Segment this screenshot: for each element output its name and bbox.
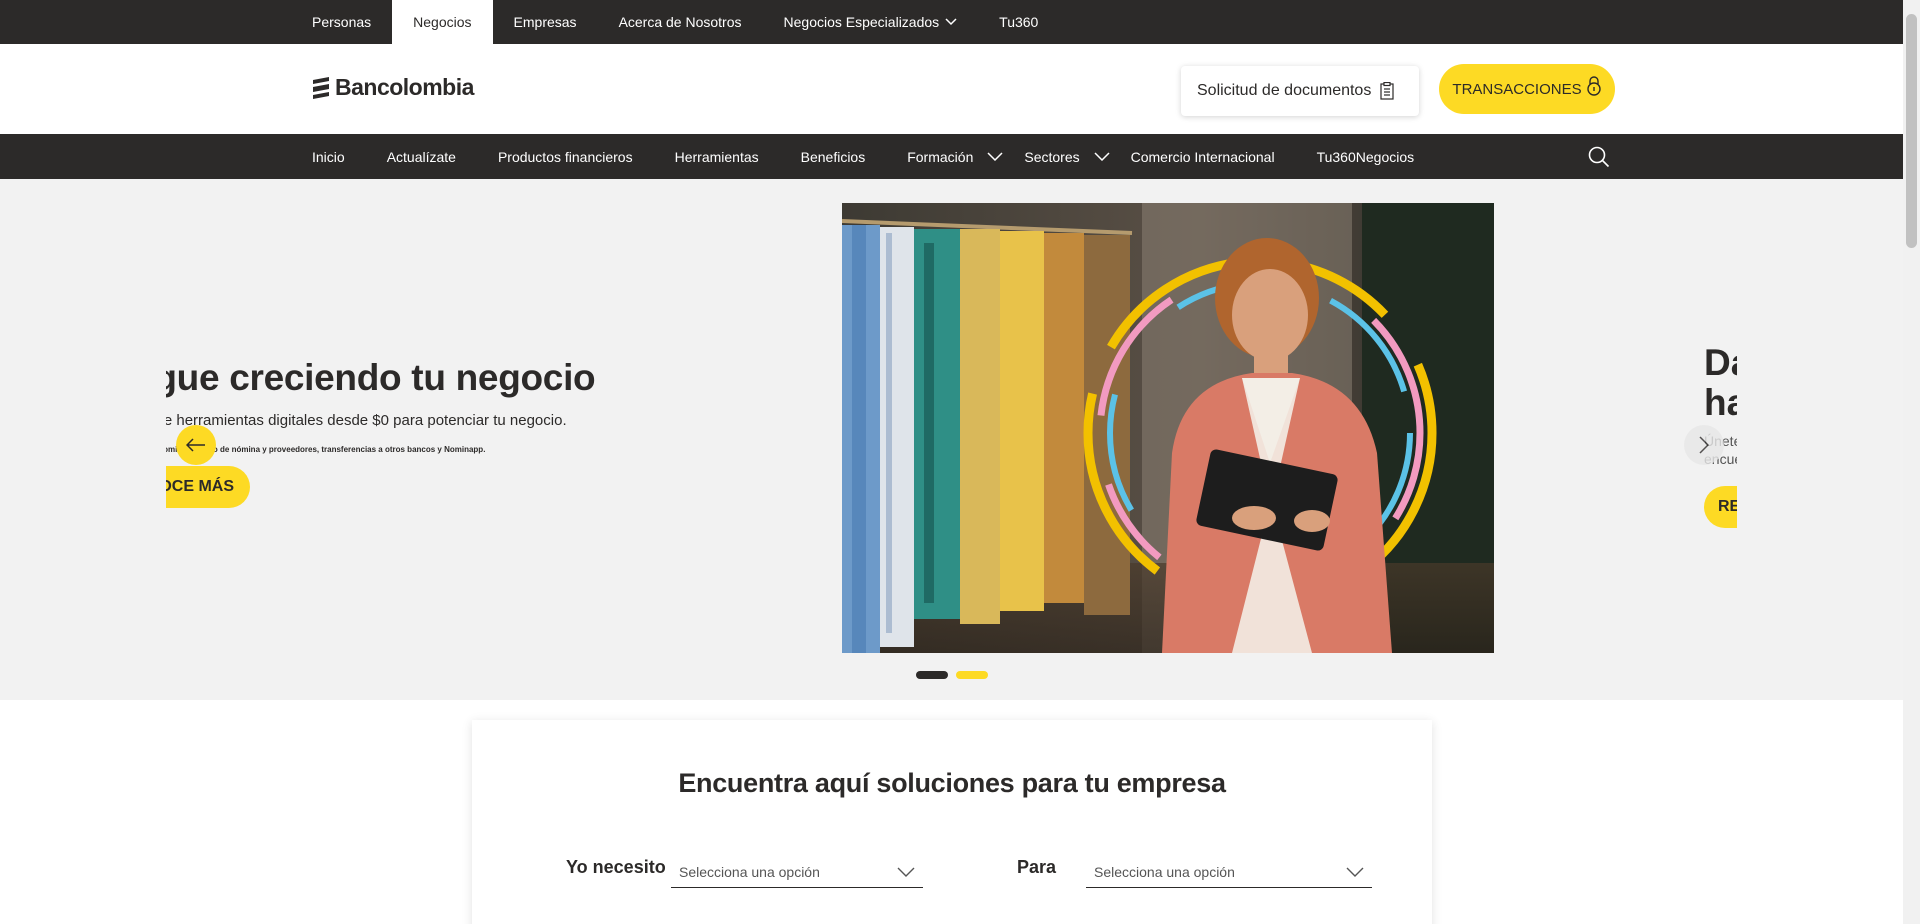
main-nav-actualizate[interactable]: Actualízate	[366, 134, 477, 179]
need-select[interactable]: Selecciona una opción	[671, 848, 923, 888]
hero-carousel: ¡Sigue creciendo tu negocio Descubre her…	[0, 179, 1903, 700]
solutions-finder-card: Encuentra aquí soluciones para tu empres…	[472, 720, 1432, 924]
lock-icon	[1586, 76, 1601, 96]
top-nav-tu360[interactable]: Tu360	[978, 0, 1059, 44]
for-select-placeholder: Selecciona una opción	[1094, 863, 1235, 880]
next-slide-title: Da ha	[1704, 343, 1737, 423]
documents-request-button[interactable]: Solicitud de documentos	[1181, 66, 1419, 116]
main-nav-label: Beneficios	[800, 148, 866, 165]
slide-cta-button[interactable]: CONOCE MÁS	[166, 466, 250, 508]
carousel-next-button[interactable]	[1684, 425, 1724, 465]
chevron-down-icon	[1346, 867, 1364, 877]
transactions-label: TRANSACCIONES	[1452, 80, 1582, 98]
carousel-dots	[916, 671, 996, 679]
main-nav-productos[interactable]: Productos financieros	[477, 134, 654, 179]
slide-title: ¡Sigue creciendo tu negocio	[166, 357, 596, 398]
main-nav-label: Actualízate	[386, 148, 456, 165]
transactions-button[interactable]: TRANSACCIONES	[1439, 64, 1615, 114]
logo-text: Bancolombia	[335, 74, 474, 100]
page-scrollbar[interactable]	[1903, 0, 1920, 924]
slide-cta-label: CONOCE MÁS	[166, 478, 234, 495]
site-header: Bancolombia Solicitud de documentos TRAN…	[0, 44, 1903, 134]
carousel-dot-2[interactable]	[956, 671, 988, 679]
main-nav-sectores[interactable]: Sectores	[1024, 134, 1130, 179]
scrollbar-thumb[interactable]	[1906, 14, 1917, 248]
top-nav-label: Tu360	[999, 14, 1039, 30]
top-nav-personas[interactable]: Personas	[291, 0, 392, 44]
top-nav-negocios[interactable]: Negocios	[392, 0, 493, 44]
top-nav-label: Personas	[312, 14, 372, 30]
main-nav-beneficios[interactable]: Beneficios	[780, 134, 887, 179]
main-nav-comercio[interactable]: Comercio Internacional	[1131, 134, 1296, 179]
main-nav-label: Sectores	[1024, 148, 1080, 165]
solutions-title: Encuentra aquí soluciones para tu empres…	[678, 768, 1226, 798]
next-slide-cta-label: RE	[1718, 498, 1737, 515]
main-nav-bar: Inicio Actualízate Productos financieros…	[0, 134, 1903, 179]
search-icon[interactable]	[1588, 146, 1610, 168]
main-nav-label: Formación	[907, 148, 974, 165]
need-label: Yo necesito	[566, 857, 666, 877]
next-slide-title-line: Da	[1704, 342, 1737, 383]
main-nav-label: Productos financieros	[497, 148, 633, 165]
chevron-down-icon	[897, 867, 915, 877]
slide-subtitle: Descubre herramientas digitales desde $0…	[166, 412, 567, 429]
chevron-down-icon	[1094, 152, 1110, 161]
carousel-prev-button[interactable]	[176, 425, 216, 465]
chevron-right-icon	[1699, 436, 1709, 454]
chevron-down-icon	[945, 18, 957, 26]
main-nav-label: Herramientas	[674, 148, 759, 165]
top-nav-label: Negocios	[413, 14, 472, 30]
arrow-left-icon	[186, 438, 205, 452]
top-nav-bar: Personas Negocios Empresas Acerca de Nos…	[0, 0, 1903, 44]
document-icon	[1380, 82, 1394, 100]
main-nav-tu360negocios[interactable]: Tu360Negocios	[1296, 134, 1436, 179]
main-nav-label: Comercio Internacional	[1130, 148, 1275, 165]
documents-request-label: Solicitud de documentos	[1197, 82, 1372, 99]
hero-photo-woman-tablet	[842, 203, 1494, 653]
top-nav-acerca[interactable]: Acerca de Nosotros	[598, 0, 763, 44]
for-select[interactable]: Selecciona una opción	[1086, 848, 1372, 888]
carousel-dot-1[interactable]	[916, 671, 948, 679]
for-label: Para	[1017, 857, 1057, 877]
top-nav-negocios-especializados[interactable]: Negocios Especializados	[763, 0, 979, 44]
main-nav-label: Inicio	[312, 148, 345, 165]
top-nav-label: Acerca de Nosotros	[618, 14, 742, 30]
next-slide-title-line: ha	[1704, 382, 1737, 423]
next-slide-cta-button[interactable]: RE	[1704, 486, 1737, 528]
chevron-down-icon	[987, 152, 1003, 161]
main-nav-herramientas[interactable]: Herramientas	[654, 134, 780, 179]
main-nav-label: Tu360Negocios	[1316, 148, 1415, 165]
logo-mark-icon	[313, 76, 329, 99]
top-nav-label: Empresas	[513, 14, 577, 30]
main-nav-inicio[interactable]: Inicio	[291, 134, 366, 179]
current-slide: ¡Sigue creciendo tu negocio Descubre her…	[166, 179, 736, 700]
need-select-placeholder: Selecciona una opción	[679, 863, 820, 880]
bancolombia-logo[interactable]: Bancolombia	[311, 74, 474, 101]
top-nav-label: Negocios Especializados	[783, 14, 940, 30]
main-nav-formacion[interactable]: Formación	[886, 134, 1024, 179]
top-nav-empresas[interactable]: Empresas	[493, 0, 598, 44]
